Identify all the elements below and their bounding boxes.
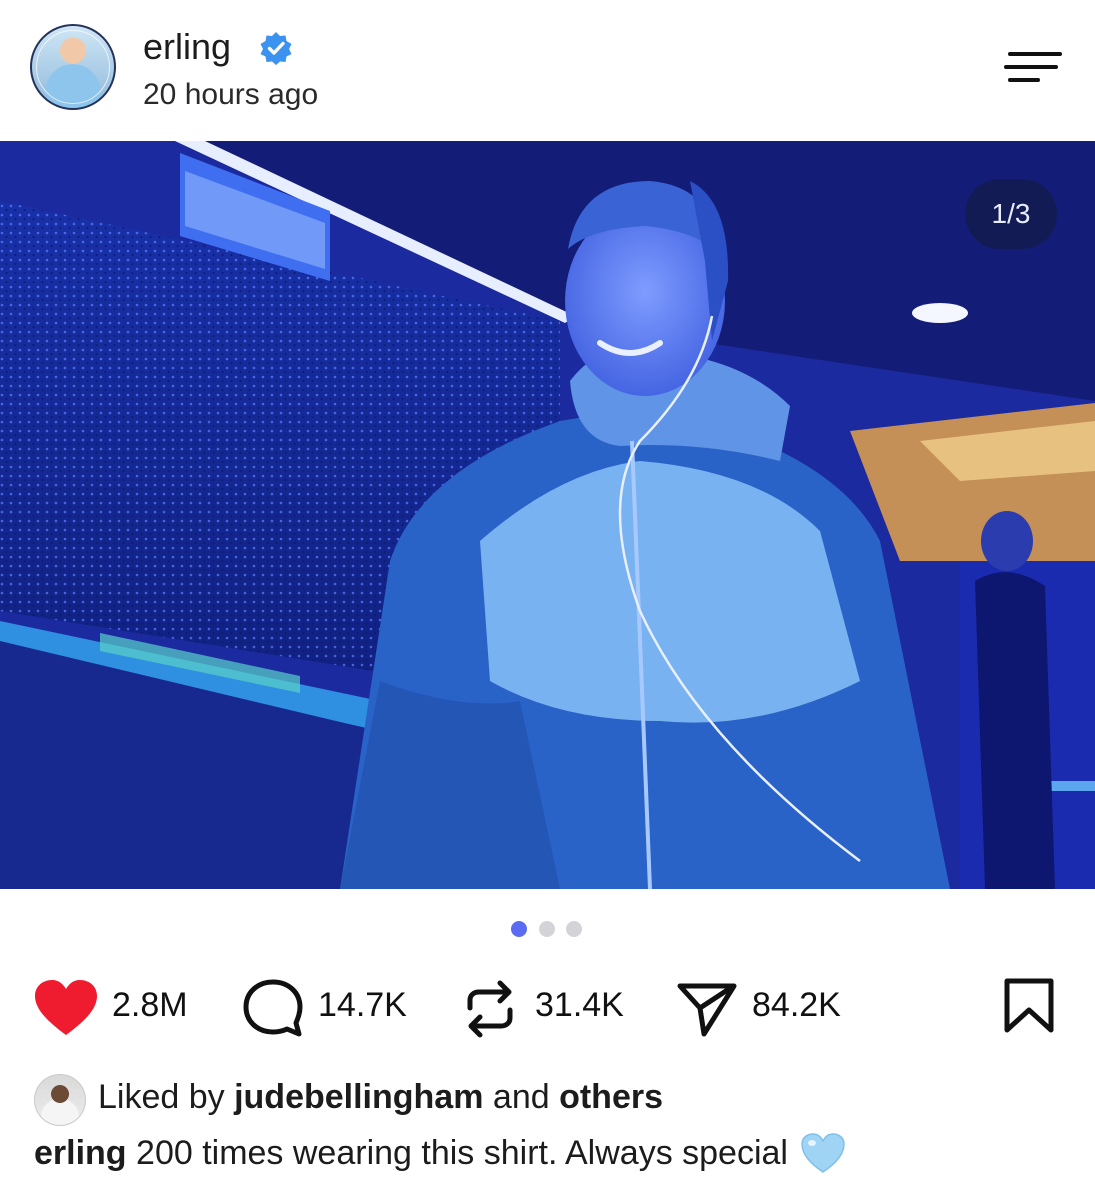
repost-icon[interactable] <box>460 978 520 1040</box>
comments-count[interactable]: 14.7K <box>318 986 407 1025</box>
shares-count[interactable]: 84.2K <box>752 986 841 1025</box>
post-image[interactable]: 1/3 <box>0 141 1095 889</box>
share-icon[interactable] <box>676 978 738 1038</box>
post-photo-illustration <box>0 141 1095 889</box>
liked-by-others[interactable]: others <box>559 1078 663 1116</box>
liked-by-prefix: Liked by <box>98 1078 225 1116</box>
menu-icon[interactable] <box>1002 50 1064 84</box>
carousel-dot[interactable] <box>539 921 555 937</box>
comment-icon[interactable] <box>242 978 304 1038</box>
carousel-dot[interactable] <box>566 921 582 937</box>
liked-by-row: Liked by judebellingham and others <box>0 1070 1095 1126</box>
post-header: erling 20 hours ago <box>0 0 1095 140</box>
liker-avatar[interactable] <box>34 1074 86 1126</box>
likes-count[interactable]: 2.8M <box>112 986 188 1025</box>
light-blue-heart-icon <box>801 1133 845 1173</box>
reposts-count[interactable]: 31.4K <box>535 986 624 1025</box>
bookmark-icon[interactable] <box>1002 977 1056 1035</box>
post-timestamp: 20 hours ago <box>143 78 319 111</box>
post-caption: erling 200 times wearing this shirt. Alw… <box>34 1132 846 1174</box>
media-counter: 1/3 <box>965 179 1057 249</box>
caption-username[interactable]: erling <box>34 1134 127 1172</box>
carousel-dots <box>0 921 1095 939</box>
carousel-dot[interactable] <box>511 921 527 937</box>
liked-by-text: Liked by judebellingham and others <box>98 1078 663 1117</box>
verified-badge-icon <box>260 32 292 65</box>
liker-username[interactable]: judebellingham <box>234 1078 483 1116</box>
caption-text: 200 times wearing this shirt. Always spe… <box>136 1134 788 1172</box>
action-bar: 2.8M 14.7K 31.4K 84.2K <box>0 972 1095 1042</box>
heart-icon[interactable] <box>33 979 99 1037</box>
post-username[interactable]: erling <box>143 26 231 68</box>
profile-avatar[interactable] <box>30 24 116 110</box>
liked-by-conjunction: and <box>492 1078 550 1116</box>
